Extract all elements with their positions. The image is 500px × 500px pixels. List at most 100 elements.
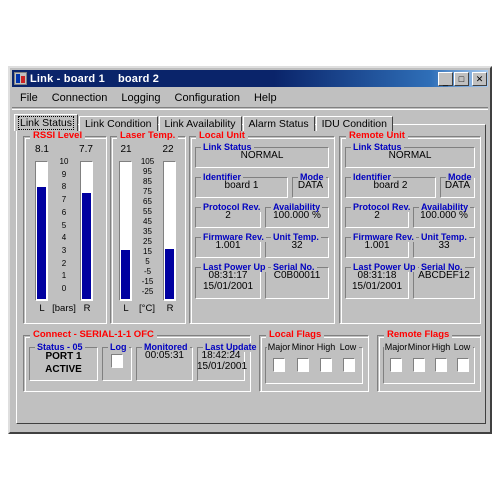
remote-flags-field: Major Minor High Low	[383, 342, 475, 384]
connect-last-update-field: Last Update 18:42:24 15/01/2001	[197, 343, 259, 381]
connect-status-line2: ACTIVE	[45, 364, 82, 375]
connect-monitored-value: 00:05:31	[145, 350, 184, 361]
local-identifier-value: board 1	[224, 180, 259, 191]
local-flag-checkbox-high[interactable]	[320, 358, 332, 372]
local-availability-value: 100.000 %	[273, 210, 321, 221]
remote-unit-group: Remote Unit Link Status NORMAL Identifie…	[339, 131, 481, 324]
close-button[interactable]: ✕	[472, 71, 487, 86]
remote-last-power-up-time: 08:31:18	[357, 270, 397, 281]
menu-item-help[interactable]: Help	[247, 92, 284, 104]
menu-separator	[12, 107, 488, 110]
minimize-icon: _	[442, 75, 448, 86]
laser-right-value: 22	[162, 144, 174, 155]
rssi-level-group: RSSI Level 8.1 7.7 10 9 8 7 6 5 4 3 2 1 0 L [bars]…	[23, 131, 107, 324]
laser-unit-label: [°C]	[139, 303, 155, 314]
rssi-level-caption: RSSI Level	[30, 131, 86, 141]
menu-item-file[interactable]: File	[13, 92, 45, 104]
local-serial-no-field: Serial No. C0B00011	[265, 263, 329, 299]
remote-unit-caption: Remote Unit	[346, 131, 408, 141]
remote-firmware-rev-value: 1.001	[364, 240, 390, 251]
remote-flags-caption: Remote Flags	[384, 330, 453, 340]
scale-tick: -25	[141, 287, 154, 296]
local-unit-group: Local Unit Link Status NORMAL Identifier…	[189, 131, 335, 324]
local-protocol-rev-value: 2	[225, 210, 231, 221]
local-firmware-rev-value: 1.001	[215, 240, 241, 251]
connect-last-update-time: 18:42:24	[201, 350, 241, 361]
remote-flags-group: Remote Flags Major Minor High Low	[377, 330, 481, 392]
laser-right-bar-fill	[165, 249, 174, 299]
maximize-icon: □	[458, 73, 465, 84]
application-window: Link - board 1 board 2 _ □ ✕ File Connec…	[8, 66, 492, 434]
window-title: Link - board 1 board 2	[30, 72, 160, 85]
scale-tick: 0	[61, 284, 67, 294]
remote-protocol-rev-field: Protocol Rev. 2	[345, 203, 413, 228]
local-flag-checkbox-low[interactable]	[343, 358, 355, 372]
laser-left-bar-fill	[121, 250, 130, 299]
menu-item-logging[interactable]: Logging	[114, 92, 167, 104]
remote-flag-header-high: High	[430, 342, 452, 352]
tab-page-link-status: RSSI Level 8.1 7.7 10 9 8 7 6 5 4 3 2 1 0 L [bars]…	[16, 124, 486, 424]
local-flag-checkbox-minor[interactable]	[297, 358, 309, 372]
application-icon	[14, 72, 27, 85]
local-last-power-up-field: Last Power Up 08:31:17 15/01/2001	[195, 263, 268, 299]
remote-flag-header-minor: Minor	[407, 342, 431, 352]
tab-idu-condition-label: IDU Condition	[321, 118, 387, 130]
tab-alarm-status[interactable]: Alarm Status	[242, 116, 315, 131]
tab-link-condition-label: Link Condition	[84, 118, 152, 130]
remote-link-status-value: NORMAL	[388, 150, 432, 161]
local-last-power-up-date: 15/01/2001	[202, 281, 254, 292]
laser-left-bar	[119, 161, 132, 301]
remote-link-status-field: Link Status NORMAL	[345, 143, 475, 168]
rssi-right-bar	[80, 161, 93, 301]
menu-item-connection[interactable]: Connection	[45, 92, 115, 104]
local-flag-header-major: Major	[267, 342, 291, 352]
remote-flag-checkbox-low[interactable]	[457, 358, 469, 372]
remote-mode-value: DATA	[444, 180, 471, 191]
connect-status-field: Status - 05 PORT 1 ACTIVE	[29, 343, 98, 381]
local-mode-field: Mode DATA	[292, 173, 329, 198]
local-flag-checkbox-major[interactable]	[273, 358, 285, 372]
tab-link-status-label: Link Status	[18, 116, 74, 130]
menu-bar: File Connection Logging Configuration He…	[13, 90, 487, 106]
connect-log-field: Log	[102, 343, 132, 381]
scale-tick: 7	[61, 195, 67, 205]
remote-serial-no-value: ABCDEF12	[418, 270, 470, 281]
tab-link-condition[interactable]: Link Condition	[78, 116, 158, 131]
menu-item-configuration[interactable]: Configuration	[168, 92, 247, 104]
local-flag-header-minor: Minor	[291, 342, 315, 352]
local-last-power-up-time: 08:31:17	[208, 270, 248, 281]
remote-unit-temp-field: Unit Temp. 33	[413, 233, 475, 258]
log-checkbox[interactable]	[111, 354, 123, 368]
local-unit-temp-field: Unit Temp. 32	[265, 233, 329, 258]
title-bar[interactable]: Link - board 1 board 2 _ □ ✕	[12, 70, 488, 87]
local-flags-field: Major Minor High Low	[265, 342, 363, 384]
tab-link-status[interactable]: Link Status	[14, 114, 78, 131]
local-flag-header-low: Low	[337, 342, 359, 352]
remote-flag-checkbox-minor[interactable]	[413, 358, 425, 372]
local-unit-caption: Local Unit	[196, 131, 248, 141]
local-protocol-rev-field: Protocol Rev. 2	[195, 203, 263, 228]
remote-unit-temp-value: 33	[438, 240, 450, 251]
tab-idu-condition[interactable]: IDU Condition	[315, 116, 393, 131]
local-availability-field: Availability 100.000 %	[265, 203, 329, 228]
connect-status-line1: PORT 1	[45, 351, 82, 362]
maximize-button[interactable]: □	[454, 71, 469, 86]
rssi-left-value: 8.1	[35, 144, 49, 155]
minimize-button[interactable]: _	[438, 71, 453, 86]
connect-monitored-field: Monitored 00:05:31	[136, 343, 193, 381]
remote-flag-checkbox-high[interactable]	[435, 358, 447, 372]
local-flags-group: Local Flags Major Minor High Low	[259, 330, 369, 392]
tab-link-availability[interactable]: Link Availability	[158, 116, 242, 131]
local-unit-temp-value: 32	[291, 240, 303, 251]
remote-flag-header-major: Major	[384, 342, 408, 352]
remote-last-power-up-field: Last Power Up 08:31:18 15/01/2001	[345, 263, 418, 299]
scale-tick: 3	[61, 246, 67, 256]
laser-temp-group: Laser Temp. 21 22 105 95 85 75 65 55 45 35 25 15 5…	[110, 131, 186, 324]
remote-flag-checkbox-major[interactable]	[390, 358, 402, 372]
local-link-status-field: Link Status NORMAL	[195, 143, 329, 168]
rssi-left-bar-fill	[37, 187, 46, 299]
rssi-right-value: 7.7	[79, 144, 93, 155]
local-mode-value: DATA	[297, 180, 324, 191]
remote-identifier-field: Identifier board 2	[345, 173, 436, 198]
remote-last-power-up-date: 15/01/2001	[351, 281, 403, 292]
